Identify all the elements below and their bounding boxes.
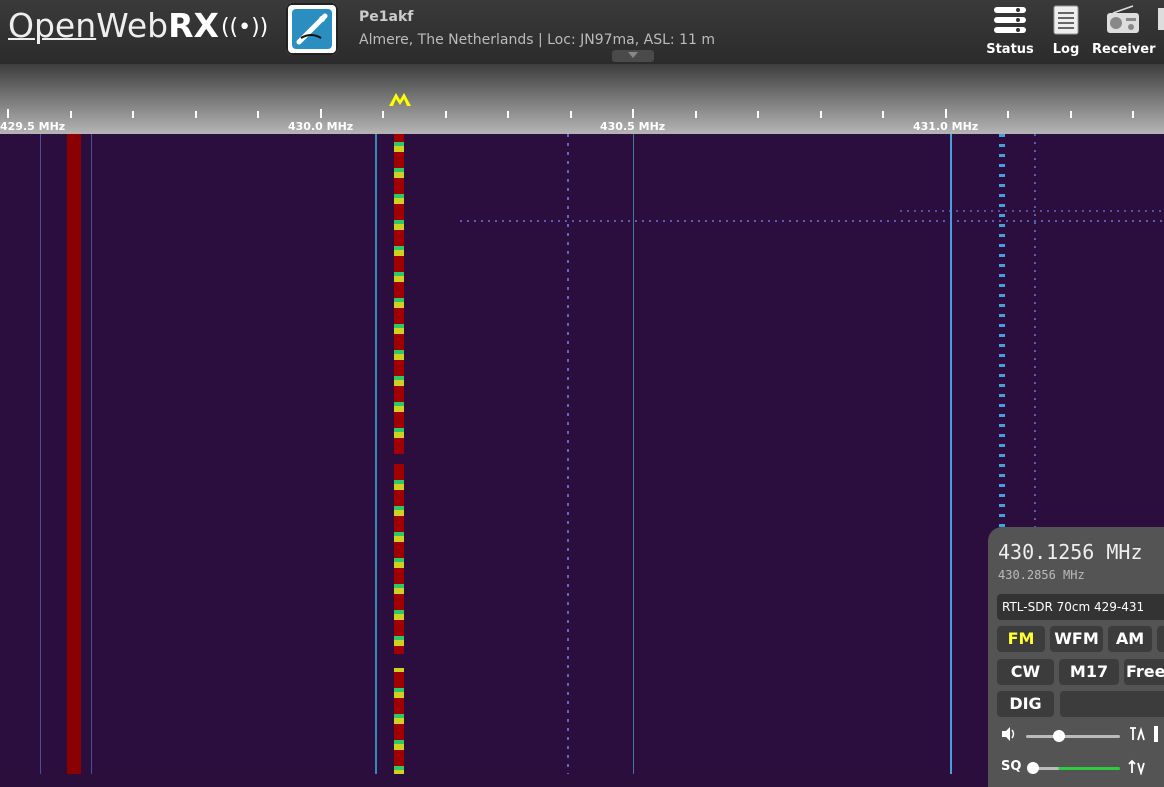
receiver-icon — [1092, 4, 1154, 36]
scale-label: 430.0 MHz — [288, 120, 354, 133]
signal-trace — [40, 134, 41, 774]
settings-icon[interactable] — [1158, 8, 1164, 30]
mode-button-fm[interactable]: FM — [997, 626, 1045, 652]
log-button[interactable]: Log — [1044, 4, 1088, 60]
mode-button-dig[interactable]: DIG — [997, 691, 1054, 717]
digital-mode-select[interactable] — [1060, 691, 1164, 717]
chevron-down-icon — [628, 52, 638, 58]
logo-rx: RX — [168, 6, 219, 45]
scale-label: 430.5 MHz — [600, 120, 666, 133]
status-icon — [984, 4, 1036, 36]
openwebrx-logo[interactable]: OpenWebRX((•)) — [8, 8, 268, 46]
receiver-avatar — [286, 3, 338, 55]
settings-edge-icon — [1154, 726, 1158, 742]
squelch-auto-icon[interactable] — [1128, 759, 1146, 779]
signal-trace — [375, 134, 377, 774]
scale-label: 429.5 MHz — [0, 120, 66, 133]
signal-gap — [392, 654, 406, 668]
auto-gain-icon[interactable] — [1128, 726, 1146, 746]
frequency-scale[interactable]: 429.5 MHz 430.0 MHz 430.5 MHz 431.0 MHz — [0, 64, 1164, 134]
mode-button-wfm[interactable]: WFM — [1050, 626, 1103, 652]
status-label: Status — [986, 42, 1034, 57]
receiver-label: Receiver — [1092, 42, 1156, 57]
receiver-control-panel: 430.1256 MHz 430.2856 MHz RTL-SDR 70cm 4… — [988, 527, 1164, 787]
profile-select[interactable]: RTL-SDR 70cm 429-431 — [997, 594, 1164, 620]
log-label: Log — [1052, 42, 1080, 57]
volume-slider[interactable] — [1026, 735, 1120, 738]
status-button[interactable]: Status — [984, 4, 1036, 60]
interference-band — [460, 220, 1164, 222]
mode-button-cw[interactable]: CW — [997, 659, 1054, 685]
scale-label: 431.0 MHz — [913, 120, 979, 133]
signal-gap — [392, 454, 406, 464]
volume-slider-knob[interactable] — [1053, 730, 1065, 742]
log-icon — [1044, 4, 1088, 36]
interference-band — [900, 210, 1164, 212]
signal-trace — [633, 134, 634, 774]
logo-web: Web — [96, 6, 169, 45]
signal-trace — [67, 134, 81, 774]
signal-trace — [91, 134, 92, 774]
squelch-slider-knob[interactable] — [1027, 762, 1039, 774]
logo-open: Open — [8, 6, 97, 45]
receiver-button[interactable]: Receiver — [1092, 4, 1156, 60]
signal-trace — [567, 134, 569, 774]
signal-trace — [950, 134, 952, 774]
offset-frequency-display: 430.2856 MHz — [998, 568, 1085, 582]
receiver-description: Almere, The Netherlands | Loc: JN97ma, A… — [359, 32, 715, 48]
squelch-label: SQ — [1001, 759, 1022, 774]
volume-icon[interactable] — [1000, 726, 1018, 746]
mode-button-am[interactable]: AM — [1108, 626, 1152, 652]
expand-details-button[interactable] — [612, 50, 654, 62]
logo-waves-icon: ((•)) — [220, 14, 269, 40]
scale-ticks — [7, 109, 1134, 118]
squelch-slider[interactable] — [1032, 767, 1120, 770]
frequency-display[interactable]: 430.1256 MHz — [998, 540, 1143, 564]
mode-button-m17[interactable]: M17 — [1059, 659, 1119, 685]
mode-button-more[interactable] — [1157, 626, 1164, 652]
header-bar: OpenWebRX((•)) Pe1akf Almere, The Nether… — [0, 0, 1164, 64]
receiver-name: Pe1akf — [359, 9, 414, 25]
mode-button-freedv[interactable]: Free — [1124, 659, 1164, 685]
